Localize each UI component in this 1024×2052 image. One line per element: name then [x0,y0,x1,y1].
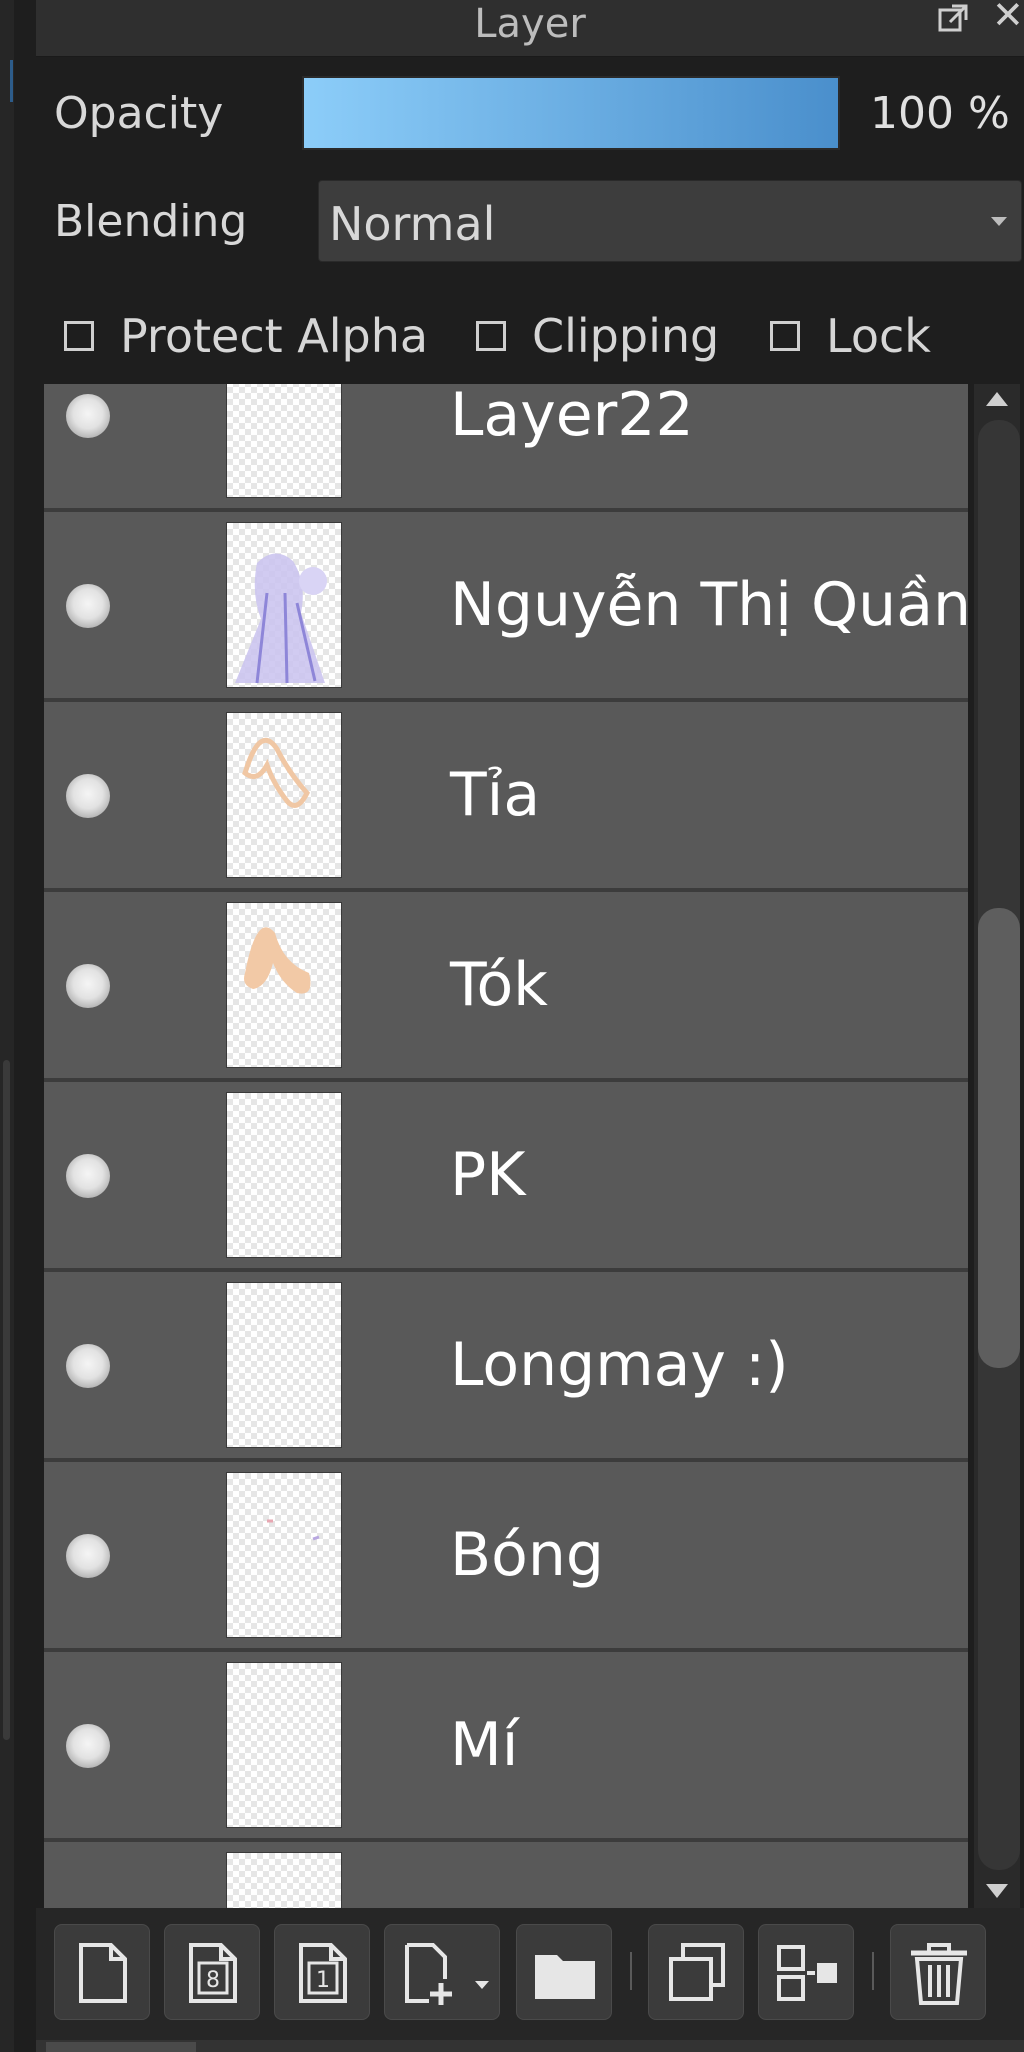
new-layer-button[interactable] [54,1924,150,2020]
toolbar-divider [872,1952,874,1990]
new-8bit-layer-icon: 8 [189,1943,237,2003]
layer-thumbnail [226,384,342,498]
layer-name: Tỉa [450,760,541,830]
lock-checkbox[interactable]: Lock [770,308,931,364]
layer-list[interactable]: Layer22 Nguyễn Thị Quần Á Tỉa [44,384,968,1908]
layer-row[interactable]: Nguyễn Thị Quần Á [44,512,968,702]
protect-alpha-label: Protect Alpha [120,309,429,363]
layer-list-scrollbar[interactable] [974,384,1020,1908]
layer-row[interactable]: Mí [44,1652,968,1842]
blending-value: Normal [329,197,496,251]
delete-layer-icon [911,1943,967,2005]
add-layer-menu-icon [405,1943,452,2005]
opacity-slider[interactable] [302,76,840,150]
panel-titlebar[interactable]: Layer ✕ [36,0,1024,57]
bottom-scroll-thumb[interactable] [46,2042,196,2052]
layer-row[interactable]: Tỉa [44,702,968,892]
clipping-checkbox[interactable]: Clipping [476,308,719,364]
layer-toolbar: 8 1 [36,1908,1024,2052]
layer-row[interactable]: Tók [44,892,968,1082]
new-folder-button[interactable] [516,1924,612,2020]
figure-sketch-icon [235,553,327,684]
add-layer-menu-button[interactable] [384,1924,500,2020]
hair-sketch-icon [242,737,310,808]
layer-thumbnail [226,1662,342,1828]
layer-row[interactable]: PK [44,1082,968,1272]
layer-panel-window: Layer ✕ Opacity 100 % Blending Normal Pr… [0,0,1024,2052]
layer-name: Nguyễn Thị Quần Á [450,570,968,640]
bottom-scrollbar[interactable] [36,2040,1024,2052]
toolbar-divider [630,1952,632,1990]
opacity-label: Opacity [54,88,224,139]
new-1bit-layer-button[interactable]: 1 [274,1924,370,2020]
chevron-down-icon [991,217,1007,226]
left-edge-accent [10,60,13,102]
layer-name: Layer22 [450,384,694,450]
merge-layer-icon [777,1945,837,2001]
layer-thumbnail [226,1092,342,1258]
checkbox-box [476,321,506,351]
clipping-label: Clipping [532,309,720,363]
visibility-toggle-icon[interactable] [66,1724,110,1768]
layer-thumbnail [226,902,342,1068]
blending-label: Blending [54,196,248,247]
layer-row[interactable]: Layer22 [44,384,968,512]
visibility-toggle-icon[interactable] [66,394,110,438]
scroll-down-icon[interactable] [986,1884,1008,1898]
visibility-toggle-icon[interactable] [66,964,110,1008]
left-scroll-thumb[interactable] [3,1060,10,1740]
visibility-toggle-icon[interactable] [66,774,110,818]
lock-label: Lock [826,309,931,363]
layer-row[interactable]: Longmay :) [44,1272,968,1462]
merge-layer-button[interactable] [758,1924,854,2020]
layer-row[interactable] [44,1842,968,1908]
left-panel-edge [0,0,14,2052]
layer-thumbnail [226,1852,342,1908]
new-1bit-layer-icon: 1 [299,1943,347,2003]
duplicate-layer-button[interactable] [648,1924,744,2020]
layer-name: Bóng [450,1520,604,1590]
new-folder-icon [535,1955,595,1999]
layer-thumbnail [226,522,342,688]
layer-thumbnail [226,712,342,878]
checkbox-box [64,321,94,351]
checkbox-box [770,321,800,351]
layer-name: Mí [450,1710,519,1780]
visibility-toggle-icon[interactable] [66,584,110,628]
visibility-toggle-icon[interactable] [66,1534,110,1578]
chevron-down-icon [475,1981,489,1989]
new-layer-icon [79,1943,127,2003]
scroll-thumb[interactable] [978,908,1020,1368]
layer-name: Longmay :) [450,1330,789,1400]
svg-text:1: 1 [316,1968,330,1993]
svg-text:8: 8 [206,1968,220,1993]
close-icon[interactable]: ✕ [992,0,1024,34]
layer-thumbnail [226,1282,342,1448]
delete-layer-button[interactable] [890,1924,986,2020]
new-8bit-layer-button[interactable]: 8 [164,1924,260,2020]
scroll-up-icon[interactable] [986,392,1008,406]
opacity-value: 100 % [870,88,1010,139]
visibility-toggle-icon[interactable] [66,1344,110,1388]
visibility-toggle-icon[interactable] [66,1154,110,1198]
panel-title: Layer [474,1,586,47]
layer-name: PK [450,1140,526,1210]
undock-icon[interactable] [936,2,970,36]
shadow-marks-icon [267,1519,320,1541]
layer-name: Tók [450,950,548,1020]
layer-row[interactable]: Bóng [44,1462,968,1652]
layer-thumbnail [226,1472,342,1638]
protect-alpha-checkbox[interactable]: Protect Alpha [64,308,428,364]
blending-select[interactable]: Normal [318,180,1022,262]
hair-fill-icon [244,927,311,994]
duplicate-layer-icon [669,1943,725,2001]
